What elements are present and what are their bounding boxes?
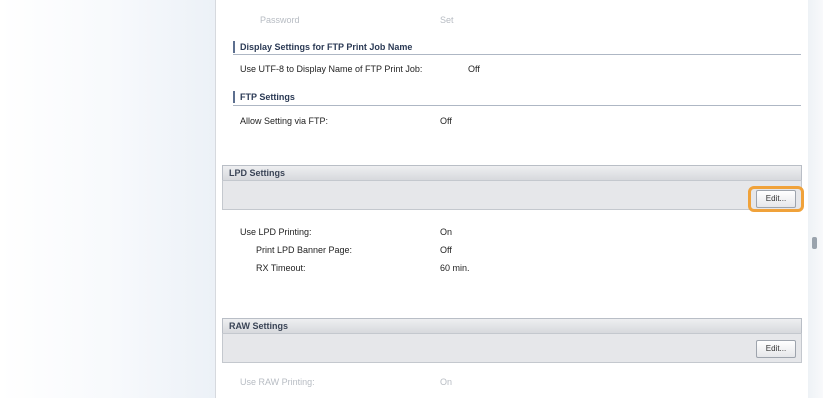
section-divider [233,105,801,106]
lpd-row-label: Use LPD Printing: [240,227,312,237]
display-settings-title: Display Settings for FTP Print Job Name [233,41,412,53]
raw-settings-title: RAW Settings [229,321,289,331]
raw-row-value: On [440,377,453,387]
allow-ftp-value: Off [440,116,452,126]
lpd-row-label: Print LPD Banner Page: [256,245,353,255]
password-value: Set [440,15,454,25]
utf8-label: Use UTF-8 to Display Name of FTP Print J… [240,64,423,74]
lpd-row-label: RX Timeout: [256,263,306,273]
section-divider [233,54,801,55]
lpd-settings-title: LPD Settings [229,168,286,178]
raw-settings-header: RAW Settings [222,318,802,333]
password-label: Password [260,15,300,25]
lpd-row-value: Off [440,245,452,255]
lpd-edit-button[interactable]: Edit... [756,190,796,208]
lpd-settings-header: LPD Settings [222,165,802,180]
allow-ftp-label: Allow Setting via FTP: [240,116,329,126]
raw-row-label: Use RAW Printing: [240,377,315,387]
scroll-handle[interactable] [812,237,817,249]
utf8-value: Off [468,64,480,74]
lpd-row-value: On [440,227,453,237]
ftp-settings-title: FTP Settings [233,91,295,103]
scrollbar-area[interactable] [808,0,823,398]
lpd-toolbar [222,180,802,210]
raw-toolbar [222,333,802,363]
lpd-row-value: 60 min. [440,263,470,273]
background-left [0,0,215,398]
raw-edit-button[interactable]: Edit... [756,340,796,358]
